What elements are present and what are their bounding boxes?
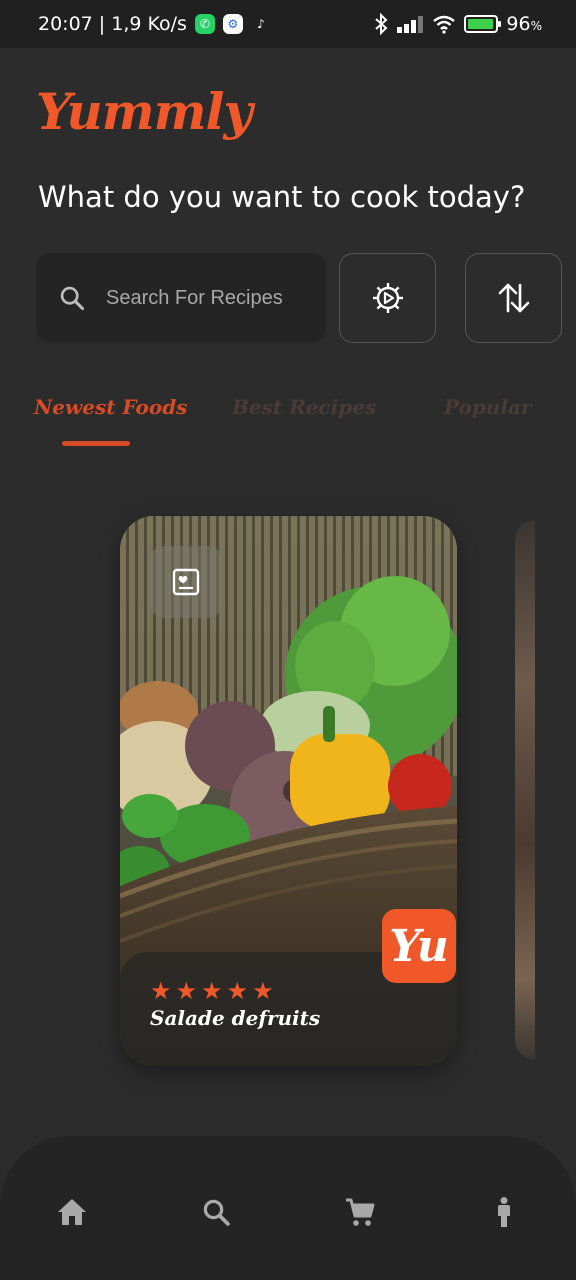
search-input[interactable] bbox=[106, 286, 306, 310]
star-icon: ★ bbox=[175, 978, 198, 1005]
bluetooth-icon bbox=[375, 13, 388, 35]
gear-icon bbox=[372, 283, 403, 313]
recipe-title: Salade defruits bbox=[150, 1006, 321, 1030]
tiktok-icon: ♪ bbox=[250, 14, 271, 34]
battery-icon bbox=[464, 15, 502, 33]
cart-icon bbox=[346, 1198, 375, 1226]
whatsapp-icon: ✆ bbox=[194, 14, 215, 34]
tab-newest-foods[interactable]: Newest Foods bbox=[34, 395, 187, 419]
sort-button[interactable] bbox=[465, 253, 562, 343]
star-icon: ★ bbox=[226, 978, 249, 1005]
nav-home-button[interactable] bbox=[52, 1192, 92, 1232]
battery-fill bbox=[468, 19, 494, 29]
app-logo: Yummly bbox=[36, 82, 253, 141]
star-icon: ★ bbox=[252, 978, 274, 1005]
bookmark-button[interactable] bbox=[150, 546, 222, 618]
signal-icon bbox=[397, 16, 424, 33]
status-time-speed: 20:07 | 1,9 Ko/s bbox=[38, 13, 187, 35]
recipe-card[interactable]: ★ ★ ★ ★ ★ Salade defruits Yu bbox=[120, 516, 457, 1066]
bottom-navigation bbox=[0, 1136, 576, 1280]
next-recipe-card-peek[interactable] bbox=[515, 520, 535, 1060]
nav-profile-button[interactable] bbox=[484, 1192, 524, 1232]
star-icon: ★ bbox=[201, 978, 223, 1005]
status-left: 20:07 | 1,9 Ko/s ✆ ⚙ ♪ bbox=[38, 13, 271, 35]
page-title: What do you want to cook today? bbox=[38, 180, 526, 214]
battery-percent: 96% bbox=[506, 13, 542, 35]
recipe-card-icon bbox=[172, 568, 200, 596]
person-icon bbox=[498, 1197, 510, 1227]
nav-cart-button[interactable] bbox=[340, 1192, 380, 1232]
active-tab-indicator bbox=[62, 441, 130, 446]
tab-best-recipes[interactable]: Best Recipes bbox=[232, 395, 376, 419]
yummly-badge: Yu bbox=[382, 909, 456, 983]
status-right: 96% bbox=[374, 13, 542, 35]
app-gear-icon: ⚙ bbox=[222, 14, 243, 34]
wifi-icon bbox=[433, 15, 456, 34]
status-bar: 20:07 | 1,9 Ko/s ✆ ⚙ ♪ 96% bbox=[0, 0, 576, 48]
search-icon bbox=[60, 286, 85, 311]
nav-search-button[interactable] bbox=[196, 1192, 236, 1232]
settings-button[interactable] bbox=[339, 253, 436, 343]
star-icon: ★ bbox=[150, 978, 172, 1005]
battery-unit: % bbox=[530, 19, 542, 33]
battery-value: 96 bbox=[506, 13, 531, 35]
tab-popular[interactable]: Popular bbox=[444, 395, 531, 419]
rating-stars: ★ ★ ★ ★ ★ bbox=[150, 980, 274, 1004]
search-bar[interactable] bbox=[36, 253, 326, 343]
home-icon bbox=[58, 1199, 86, 1225]
sort-arrows-icon bbox=[498, 283, 529, 313]
search-icon bbox=[203, 1199, 230, 1226]
